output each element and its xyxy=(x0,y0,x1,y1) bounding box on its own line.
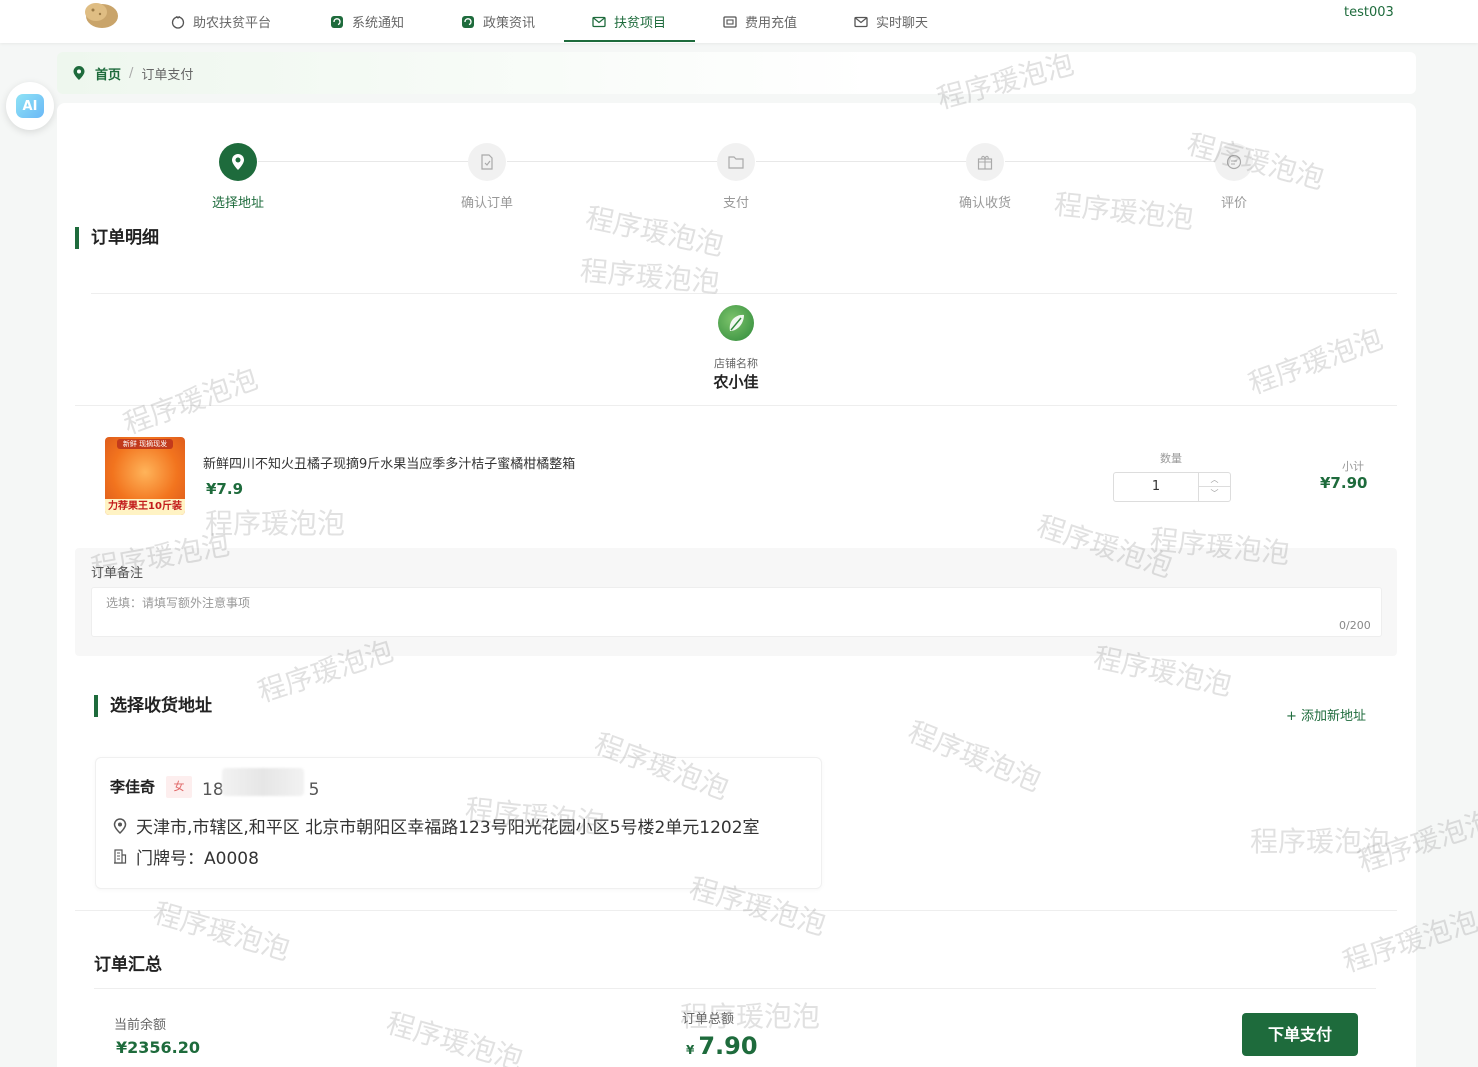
order-detail-title: 订单明细 xyxy=(75,227,159,249)
divider xyxy=(75,405,1397,406)
nav-item-platform[interactable]: 助农扶贫平台 xyxy=(171,0,271,43)
step-circle xyxy=(966,143,1004,181)
door-number: 门牌号：A0008 xyxy=(136,849,259,869)
subtotal-value: ¥7.90 xyxy=(1320,474,1368,492)
nav-item-chat[interactable]: 实时聊天 xyxy=(854,0,928,43)
product-name[interactable]: 新鲜四川不知火丑橘子现摘9斤水果当应季多汁桔子蜜橘柑橘整箱 xyxy=(203,453,575,472)
nav-label: 系统通知 xyxy=(352,16,405,31)
step-review: 评价 xyxy=(1184,143,1284,211)
step-payment: 支付 xyxy=(686,143,786,211)
product-price: ¥7.9 xyxy=(206,480,244,498)
ai-assistant-button[interactable]: AI xyxy=(6,82,54,130)
step-label: 选择地址 xyxy=(211,196,264,211)
divider xyxy=(75,910,1397,911)
tv-icon xyxy=(171,15,185,29)
mail-icon xyxy=(592,16,606,27)
shop-name-label: 店铺名称 xyxy=(714,357,758,370)
door-number-line: 门牌号：A0008 xyxy=(112,844,259,869)
location-pin-icon xyxy=(113,817,127,834)
folder-icon xyxy=(728,156,744,169)
nav-item-policy[interactable]: 政策资讯 xyxy=(461,0,535,43)
phone-mask xyxy=(222,768,304,796)
step-label: 支付 xyxy=(722,196,749,211)
total-currency: ¥ xyxy=(686,1043,695,1057)
quantity-input[interactable]: 1 xyxy=(1114,473,1198,501)
nav-item-projects[interactable]: 扶贫项目 xyxy=(592,0,666,43)
total-value: ¥7.90 xyxy=(686,1032,758,1060)
quantity-label: 数量 xyxy=(1160,452,1182,465)
location-pin-icon xyxy=(73,66,85,80)
step-label: 确认收货 xyxy=(958,196,1011,211)
step-confirm-receipt: 确认收货 xyxy=(935,143,1035,211)
recipient-name: 李佳奇 xyxy=(110,778,156,796)
comment-icon xyxy=(1226,154,1242,170)
place-order-button[interactable]: 下单支付 xyxy=(1242,1013,1358,1056)
nav-item-recharge[interactable]: 费用充值 xyxy=(723,0,797,43)
step-circle xyxy=(468,143,506,181)
nav-label: 实时聊天 xyxy=(876,16,929,31)
order-note-textarea[interactable] xyxy=(91,587,1382,637)
step-select-address: 选择地址 xyxy=(188,143,288,211)
add-address-button[interactable]: + 添加新地址 xyxy=(1286,705,1366,724)
balance-label: 当前余额 xyxy=(114,1018,167,1033)
username[interactable]: test003 xyxy=(1344,5,1394,20)
shop-logo[interactable] xyxy=(718,305,754,341)
potato-logo-icon[interactable] xyxy=(78,0,120,32)
breadcrumb-current: 订单支付 xyxy=(141,67,194,83)
order-note-label: 订单备注 xyxy=(91,566,144,581)
nav-item-notice[interactable]: 系统通知 xyxy=(330,0,404,43)
leaf-icon xyxy=(729,314,744,331)
nav-label: 费用充值 xyxy=(745,16,798,31)
top-navbar: 助农扶贫平台 系统通知 政策资讯 扶贫项目 费用充值 实时聊天 test003 xyxy=(0,0,1478,43)
order-note-counter: 0/200 xyxy=(1339,619,1371,632)
balance-value: ¥2356.20 xyxy=(116,1038,201,1057)
summary-title: 订单汇总 xyxy=(94,955,162,975)
quantity-stepper: 1 ︿ ﹀ xyxy=(1113,472,1231,502)
product-image[interactable]: 新鲜 现摘现发 力荐果王10斤装 xyxy=(105,437,185,515)
shop-name[interactable]: 农小佳 xyxy=(690,371,782,392)
step-label: 确认订单 xyxy=(460,196,513,211)
address-line: 天津市,市辖区,和平区 北京市朝阳区幸福路123号阳光花园小区5号楼2单元120… xyxy=(112,813,760,838)
subtotal-label: 小计 xyxy=(1342,460,1364,473)
step-circle xyxy=(1215,143,1253,181)
mail-icon xyxy=(854,16,868,27)
decrease-button[interactable]: ﹀ xyxy=(1198,487,1230,501)
step-confirm-order: 确认订单 xyxy=(437,143,537,211)
message-icon xyxy=(331,15,343,28)
total-amount: 7.90 xyxy=(698,1032,758,1060)
message-icon xyxy=(462,15,474,28)
ai-icon: AI xyxy=(16,94,44,118)
building-icon xyxy=(114,848,127,864)
breadcrumb: 首页 / 订单支付 xyxy=(57,52,1416,94)
nav-label: 政策资讯 xyxy=(483,16,536,31)
breadcrumb-home[interactable]: 首页 xyxy=(95,64,121,83)
step-circle xyxy=(219,143,257,181)
total-label: 订单总额 xyxy=(682,1012,735,1027)
location-icon xyxy=(232,154,244,170)
step-circle xyxy=(717,143,755,181)
document-icon xyxy=(481,154,493,170)
nav-label: 扶贫项目 xyxy=(614,16,667,31)
breadcrumb-separator: / xyxy=(129,65,134,81)
wallet-icon xyxy=(723,15,737,28)
order-note-placeholder: 选填：请填写额外注意事项 xyxy=(106,596,251,610)
divider xyxy=(94,988,1376,989)
increase-button[interactable]: ︿ xyxy=(1198,473,1230,487)
product-image-tag: 新鲜 现摘现发 xyxy=(117,439,173,449)
divider xyxy=(91,293,1397,294)
gift-box-icon xyxy=(977,155,993,170)
step-label: 评价 xyxy=(1220,196,1247,211)
full-address: 天津市,市辖区,和平区 北京市朝阳区幸福路123号阳光花园小区5号楼2单元120… xyxy=(136,818,760,838)
product-image-banner: 力荐果王10斤装 xyxy=(105,499,185,515)
address-section-title: 选择收货地址 xyxy=(94,695,212,717)
gender-badge: 女 xyxy=(166,776,192,798)
active-tab-indicator xyxy=(564,40,695,42)
nav-label: 助农扶贫平台 xyxy=(193,16,272,31)
